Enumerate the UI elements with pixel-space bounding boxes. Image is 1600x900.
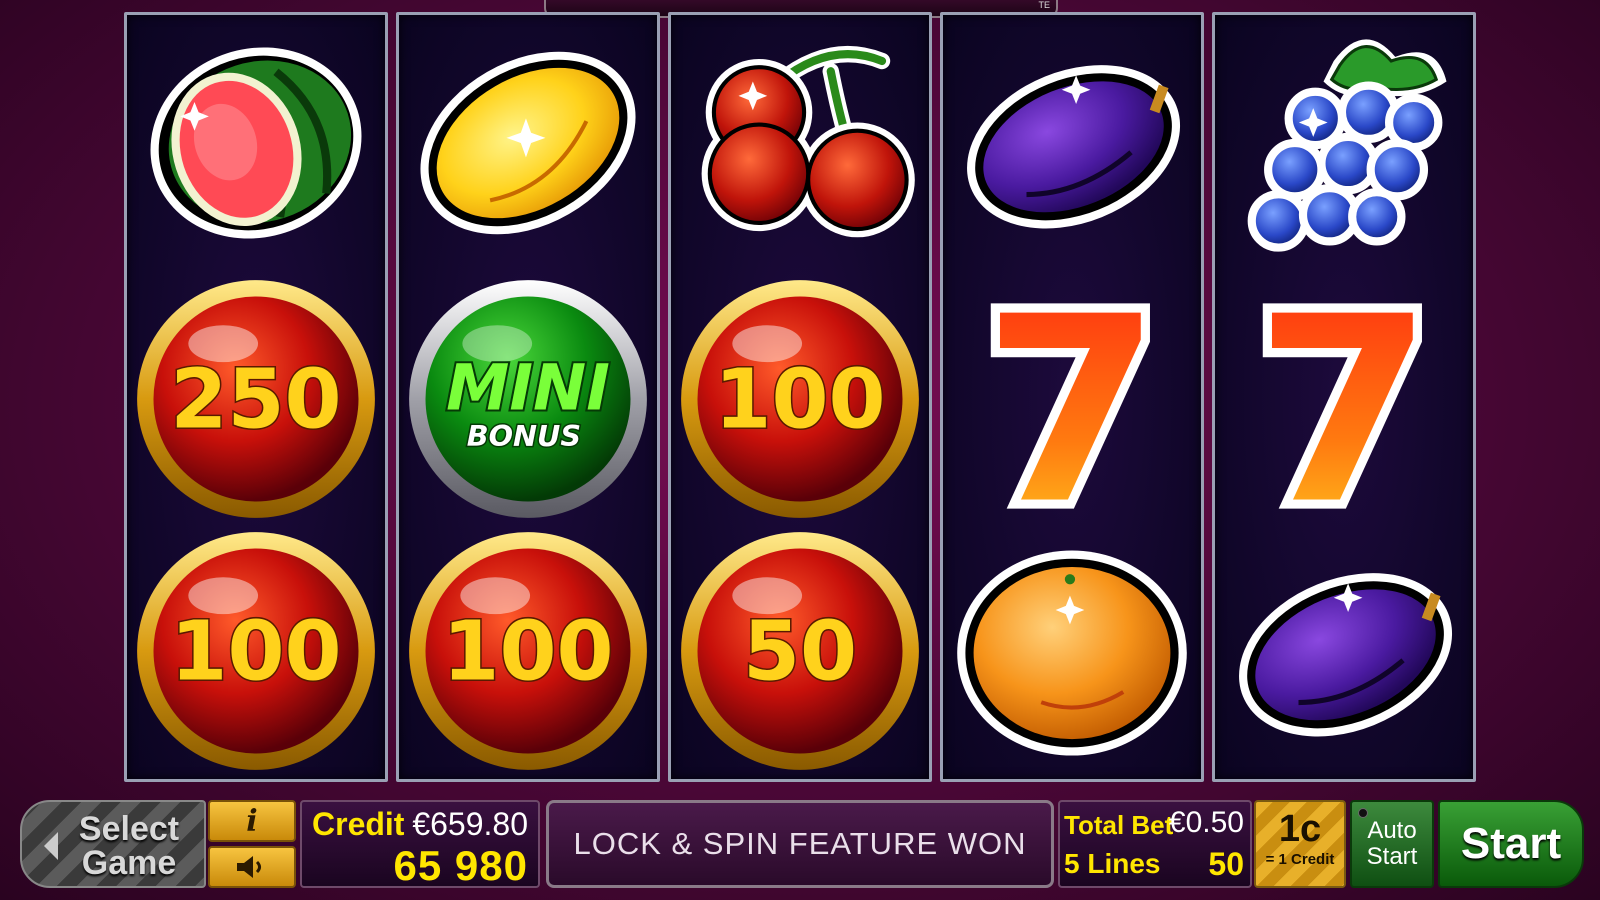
plum-icon xyxy=(1239,573,1453,737)
cherries-icon xyxy=(701,46,915,238)
control-bar: Select Game i Credit €659.80 65 980 LOCK… xyxy=(0,796,1600,900)
auto-start-label-1: Auto xyxy=(1367,817,1417,844)
denomination-note: = 1 Credit xyxy=(1265,851,1335,868)
sound-button[interactable] xyxy=(208,846,296,888)
select-game-button[interactable]: Select Game xyxy=(20,800,206,888)
symbol-coin-50: 50 xyxy=(671,523,929,779)
symbol-watermelon xyxy=(127,15,385,271)
seven-glyph: 7 xyxy=(1255,276,1433,522)
red-coin-icon: 50 xyxy=(681,532,919,770)
symbol-plum xyxy=(943,15,1201,271)
start-button[interactable]: Start xyxy=(1438,800,1584,888)
symbol-coin-100: 100 xyxy=(399,523,657,779)
select-game-label-2: Game xyxy=(81,844,177,882)
lines-label: 5 Lines xyxy=(1064,848,1161,879)
red-coin-icon: 100 xyxy=(137,532,375,770)
denomination-button[interactable]: 1c = 1 Credit xyxy=(1254,800,1346,888)
credit-display: Credit €659.80 65 980 xyxy=(300,800,540,889)
red-coin-icon: 250 xyxy=(137,280,375,518)
watermelon-icon xyxy=(150,47,362,239)
credit-money: €659.80 xyxy=(412,806,528,842)
credit-count: 65 980 xyxy=(393,842,528,889)
symbol-mini-bonus: MINI BONUS xyxy=(399,271,657,527)
denomination-value: 1c xyxy=(1278,808,1322,850)
symbol-coin-250: 250 xyxy=(127,271,385,527)
red-coin-icon: 100 xyxy=(681,280,919,518)
auto-indicator-icon xyxy=(1358,808,1368,818)
seven-icon: 7 xyxy=(1246,276,1443,522)
seven-icon: 7 xyxy=(974,276,1171,522)
symbol-coin-100: 100 xyxy=(671,271,929,527)
reel-4: 7 xyxy=(940,12,1204,782)
coin-value: 100 xyxy=(714,353,885,448)
symbol-grapes xyxy=(1215,15,1473,271)
reel-1: 250 100 xyxy=(124,12,388,782)
symbol-seven: 7 xyxy=(1215,271,1473,527)
plum-icon xyxy=(967,65,1181,229)
bet-display: Total Bet €0.50 5 Lines 50 xyxy=(1058,800,1252,888)
mini-bonus-subtitle: BONUS xyxy=(467,419,581,453)
grapes-icon xyxy=(1247,39,1447,252)
total-bet-label: Total Bet xyxy=(1064,810,1174,840)
lines-value: 50 xyxy=(1208,846,1244,882)
message-panel: LOCK & SPIN FEATURE WON xyxy=(546,800,1054,888)
symbol-coin-100: 100 xyxy=(127,523,385,779)
message-text: LOCK & SPIN FEATURE WON xyxy=(573,826,1027,861)
coin-value: 100 xyxy=(170,605,341,700)
mini-bonus-icon: MINI BONUS xyxy=(409,280,647,518)
reel-3: 100 50 xyxy=(668,12,932,782)
credit-label: Credit xyxy=(312,806,405,842)
reel-area: 250 100 MINI BONUS 100 100 50 7 7 xyxy=(124,12,1476,782)
auto-start-button[interactable]: Auto Start xyxy=(1350,800,1434,888)
symbol-cherries xyxy=(671,15,929,271)
coin-value: 50 xyxy=(743,605,857,700)
total-bet-value: €0.50 xyxy=(1168,806,1244,839)
reel-2: MINI BONUS 100 xyxy=(396,12,660,782)
mini-bonus-title: MINI xyxy=(446,350,610,424)
coin-value: 250 xyxy=(170,353,341,448)
seven-glyph: 7 xyxy=(983,276,1161,522)
orange-icon xyxy=(957,550,1187,756)
select-game-label-1: Select xyxy=(78,810,180,848)
lemon-icon xyxy=(420,51,636,235)
symbol-plum xyxy=(1215,523,1473,779)
start-label: Start xyxy=(1460,819,1562,868)
symbol-orange xyxy=(943,523,1201,779)
reel-5: 7 xyxy=(1212,12,1476,782)
speaker-icon xyxy=(237,856,261,878)
symbol-seven: 7 xyxy=(943,271,1201,527)
coin-value: 100 xyxy=(442,605,613,700)
back-arrow-icon xyxy=(44,832,58,860)
info-button[interactable]: i xyxy=(208,800,296,842)
top-indicator-label: TE xyxy=(1038,0,1050,10)
symbol-lemon xyxy=(399,15,657,271)
auto-start-label-2: Start xyxy=(1366,843,1418,870)
red-coin-icon: 100 xyxy=(409,532,647,770)
info-icon: i xyxy=(246,803,258,839)
